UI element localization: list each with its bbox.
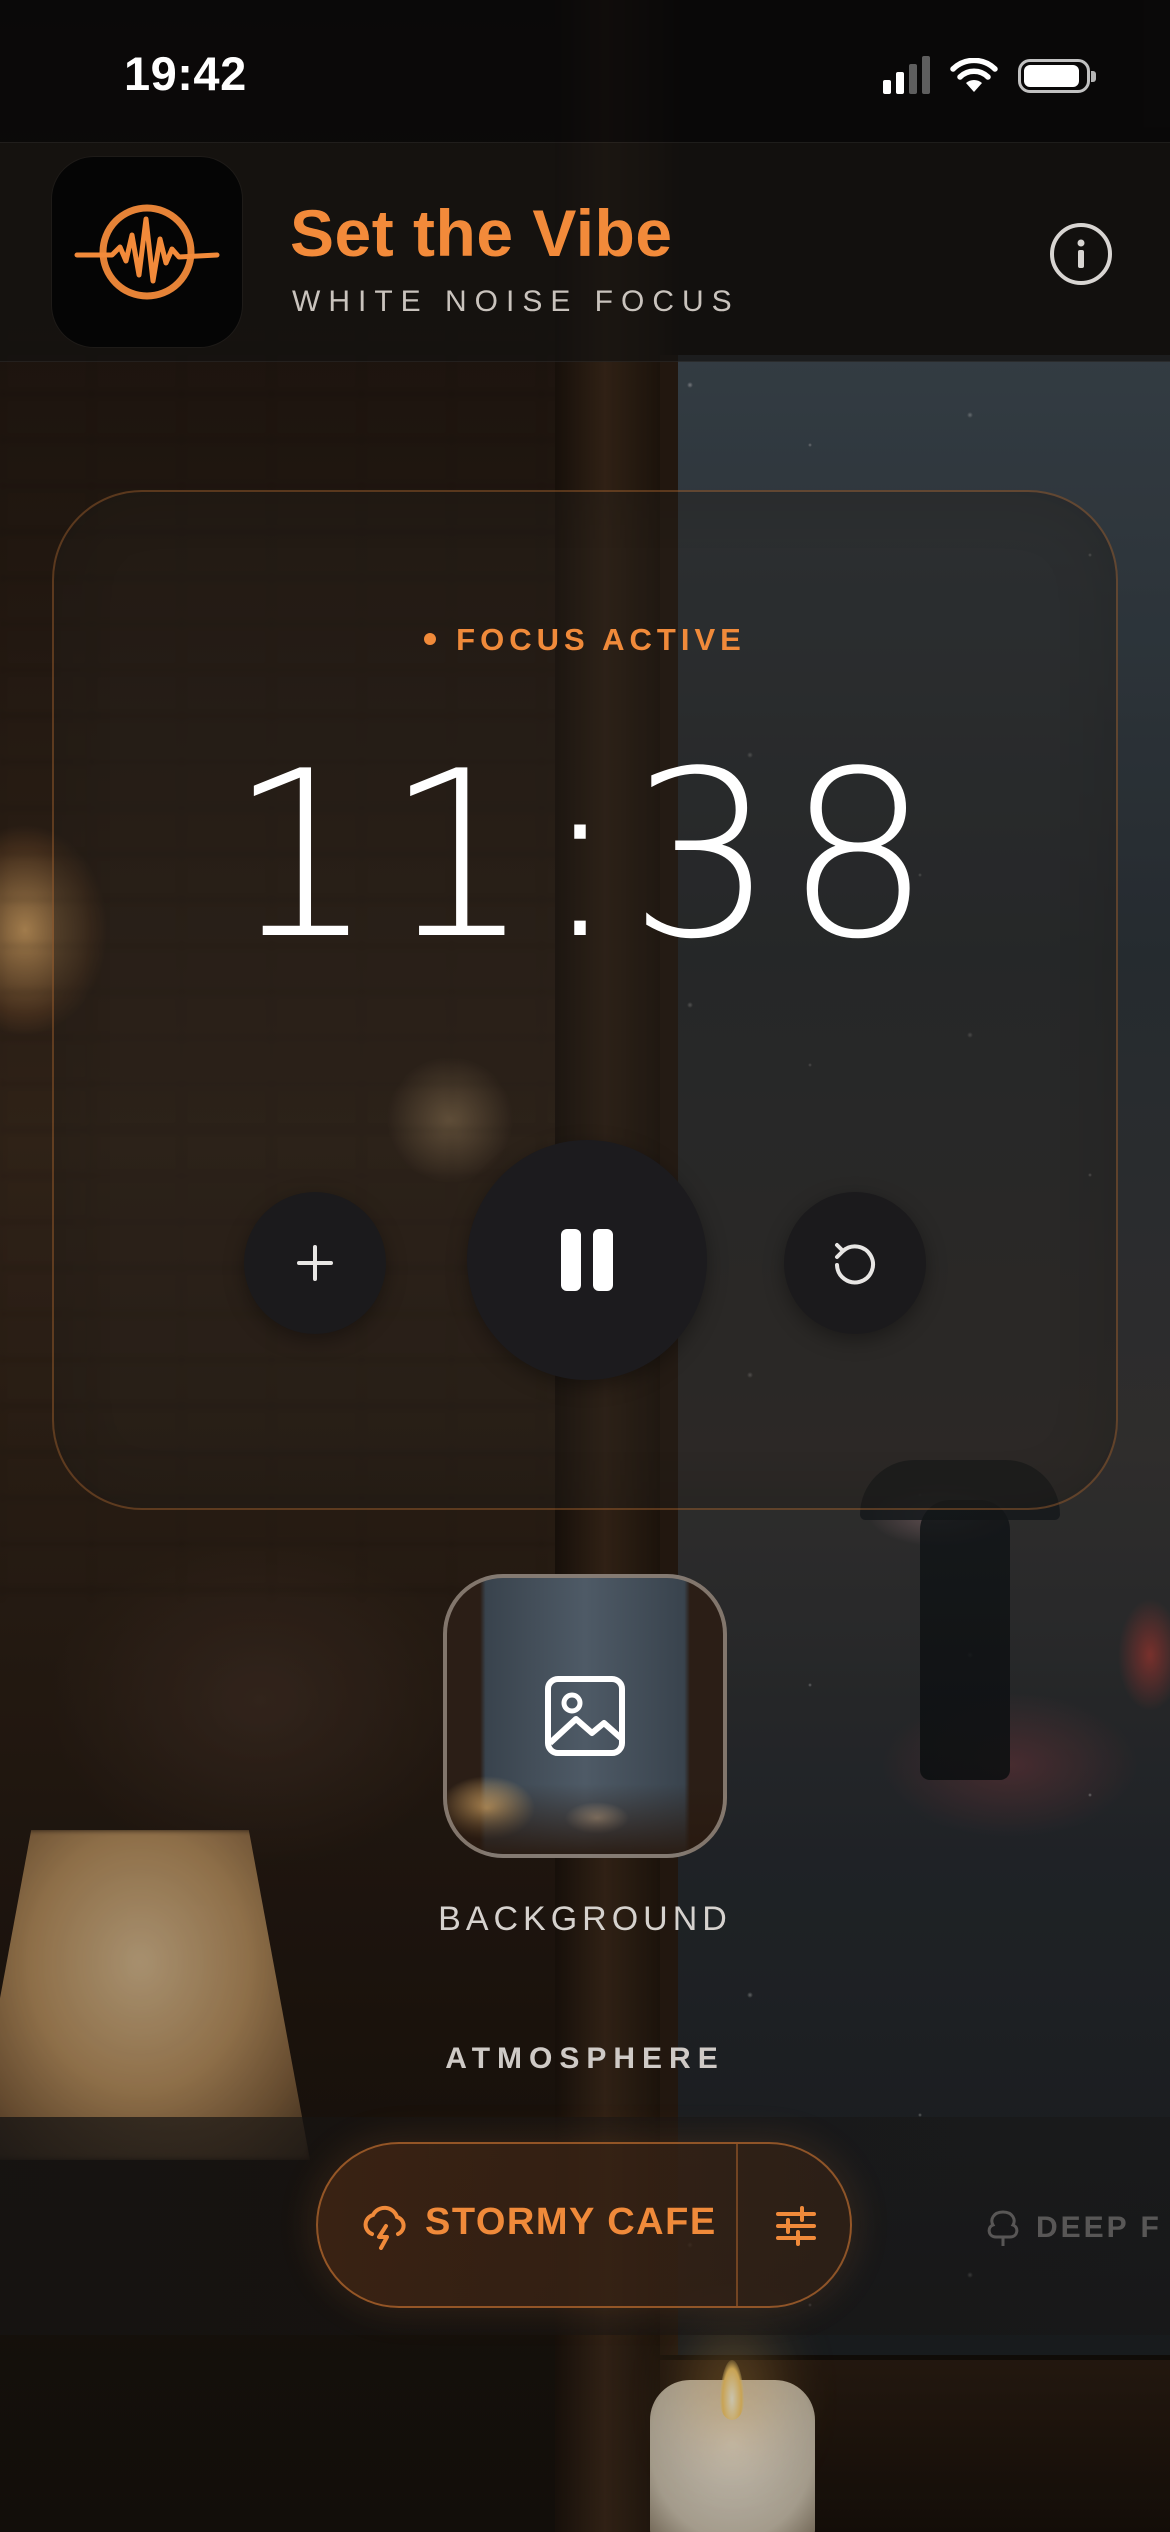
reset-icon xyxy=(835,1243,875,1285)
sliders-icon[interactable] xyxy=(772,2202,820,2250)
add-time-button[interactable] xyxy=(244,1192,386,1334)
focus-status-label: FOCUS ACTIVE xyxy=(456,622,746,657)
cellular-signal-icon xyxy=(883,56,930,94)
status-icons xyxy=(883,56,1096,96)
waveform-ring-icon xyxy=(74,204,220,300)
battery-icon xyxy=(1018,59,1096,93)
background-picker-button[interactable] xyxy=(443,1574,727,1858)
pause-icon xyxy=(561,1229,613,1291)
status-bar: 19:42 xyxy=(0,0,1170,142)
atmosphere-next-option[interactable]: DEEP F xyxy=(984,2208,1162,2248)
atmosphere-section-label: ATMOSPHERE xyxy=(445,2042,725,2075)
app-logo xyxy=(52,157,242,347)
pause-button[interactable] xyxy=(467,1140,707,1380)
atmosphere-selected-label: STORMY CAFE xyxy=(425,2201,717,2243)
app-subtitle: WHITE NOISE FOCUS xyxy=(292,285,740,318)
tree-icon xyxy=(987,2210,1019,2246)
background-label: BACKGROUND xyxy=(438,1900,732,1938)
app-title: Set the Vibe xyxy=(290,196,673,270)
status-dot xyxy=(424,632,437,645)
info-button[interactable] xyxy=(1050,223,1112,285)
atmosphere-pill-divider xyxy=(736,2144,738,2306)
focus-status: FOCUS ACTIVE xyxy=(54,622,1116,658)
timer-card: FOCUS ACTIVE 11:38 xyxy=(52,490,1118,1510)
storm-cloud-icon xyxy=(363,2205,406,2250)
plus-icon xyxy=(297,1245,333,1281)
atmosphere-selected-pill[interactable]: STORMY CAFE xyxy=(316,2142,852,2308)
status-time: 19:42 xyxy=(124,47,247,100)
app-header: Set the Vibe WHITE NOISE FOCUS xyxy=(0,142,1170,362)
image-icon xyxy=(545,1676,625,1756)
reset-button[interactable] xyxy=(784,1192,926,1334)
wifi-icon xyxy=(950,58,998,92)
timer-display: 11:38 xyxy=(228,723,942,990)
info-icon xyxy=(1077,239,1085,268)
atmosphere-next-label: DEEP F xyxy=(1036,2211,1162,2244)
